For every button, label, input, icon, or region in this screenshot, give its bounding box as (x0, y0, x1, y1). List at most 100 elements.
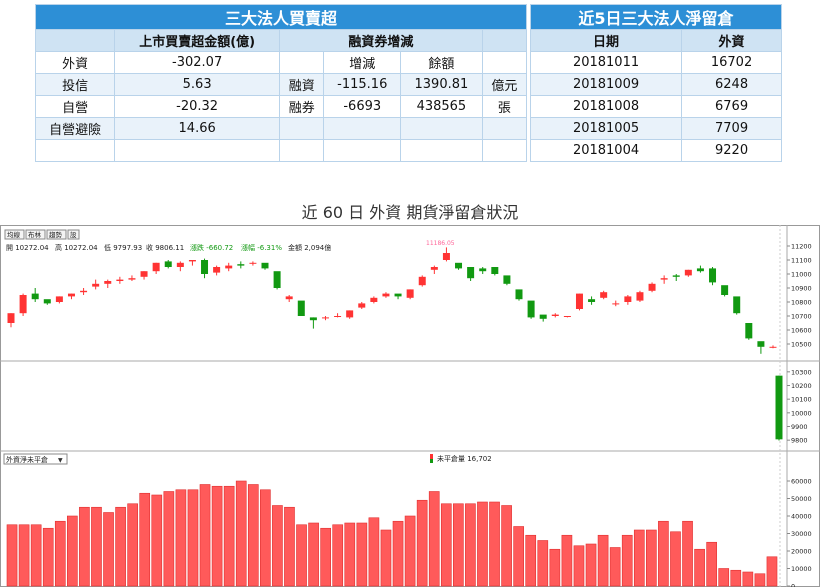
open-interest-bar (513, 526, 524, 587)
open-interest-bar (151, 494, 163, 587)
candle-body (80, 290, 88, 293)
candle-body (624, 296, 632, 302)
info-pct: 漲幅 -6.31% (241, 243, 282, 252)
candle-body (479, 268, 487, 272)
candle-body (418, 276, 426, 286)
open-interest-bar (211, 485, 223, 587)
candle-body (527, 300, 535, 318)
candle-body (733, 296, 741, 314)
open-interest-bar (163, 491, 175, 587)
toolbar-button-label: 均線 (7, 230, 21, 239)
value-cell: 6248 (681, 73, 782, 96)
candle-body (430, 267, 438, 270)
candle-body (67, 293, 75, 297)
y-tick-label: 10500 (791, 341, 812, 349)
table-cell (323, 117, 402, 140)
open-interest-bar (284, 506, 295, 587)
table-cell (481, 117, 528, 140)
open-interest-bar (670, 531, 681, 587)
row-label: 自營避險 (34, 117, 116, 140)
candle-body (775, 375, 783, 440)
open-interest-bar (621, 534, 633, 587)
candle-body (769, 346, 777, 348)
open-interest-bar (260, 489, 271, 587)
candle-body (660, 278, 668, 280)
open-interest-bar (525, 534, 537, 587)
candle-body (600, 292, 608, 298)
open-interest-bar (742, 571, 754, 587)
open-interest-bar (549, 548, 561, 587)
futures-chart: 均線 布林 趨勢設 開 10272.04 高 10272.04 低 9797.93 … (0, 225, 820, 587)
open-interest-bar (453, 503, 464, 587)
open-interest-bar (320, 527, 331, 587)
candle-body (261, 262, 269, 269)
y-tick-label: 10600 (791, 327, 812, 335)
candle-body (515, 289, 523, 300)
peak-label: 11186.05 (426, 240, 455, 247)
open-interest-bar (380, 529, 392, 587)
toolbar-button-label: 布林 (28, 230, 42, 239)
table-cell: 14.66 (114, 117, 281, 140)
open-interest-bar (235, 480, 247, 587)
candle-body (394, 293, 402, 297)
candle-body (467, 267, 475, 279)
candle-body (273, 271, 281, 288)
toolbar-button-label: 趨勢 (49, 230, 63, 239)
info-change: 漲跌 -660.72 (190, 243, 233, 252)
y-tick-label: 11100 (791, 257, 812, 265)
open-interest-bar (42, 527, 54, 587)
y-tick-label: 10000 (791, 409, 812, 417)
open-interest-bar (537, 540, 549, 587)
y-tick-label: 60000 (791, 478, 812, 486)
open-interest-bar (332, 524, 344, 587)
table-cell: 餘額 (400, 51, 483, 74)
candle-body (213, 267, 221, 273)
table-cell: -302.07 (114, 51, 281, 74)
y-tick-label: 10000 (791, 565, 812, 573)
open-interest-bar (404, 515, 416, 587)
row-label: 自營 (34, 95, 116, 118)
candle-body (745, 323, 753, 339)
date-cell: 20181011 (529, 51, 683, 74)
header-cell: 融資券增減 (279, 29, 483, 52)
table-cell (279, 51, 325, 74)
candle-body (672, 275, 680, 277)
y-tick-label: 10700 (791, 313, 812, 321)
open-interest-bar (730, 569, 742, 587)
info-amount: 金額 2,094億 (288, 243, 331, 252)
open-interest-bar (646, 529, 657, 587)
chart-toolbar: 均線 布林 趨勢設 (4, 229, 80, 240)
candle-body (285, 296, 293, 300)
info-high: 高 10272.04 (55, 243, 98, 252)
table-cell: -20.32 (114, 95, 281, 118)
open-interest-bar (308, 522, 319, 587)
header-cell: 上市買賣超金額(億) (114, 29, 281, 52)
table-cell (400, 139, 483, 162)
candle-body (104, 281, 112, 284)
open-interest-bar (223, 485, 235, 587)
open-interest-bar (115, 506, 126, 587)
table-cell (400, 117, 483, 140)
header-cell (481, 29, 528, 52)
row-label: 外資 (34, 51, 116, 74)
open-interest-bar (718, 568, 730, 587)
table-cell (279, 139, 325, 162)
table-cell (323, 139, 402, 162)
candle-body (612, 303, 620, 305)
table-title: 近5日三大法人淨留倉 (530, 4, 782, 30)
table-cell: 增減 (323, 51, 402, 74)
table-cell: 438565 (400, 95, 483, 118)
open-interest-bar (609, 547, 621, 587)
candle-body (55, 296, 63, 302)
row-label (34, 139, 116, 162)
open-interest-bar (103, 512, 114, 587)
info-open: 開 10272.04 (6, 244, 49, 252)
table-cell: 億元 (481, 73, 528, 96)
header-cell: 日期 (529, 29, 683, 52)
series-selector[interactable]: 外資淨未平倉 ▼ (3, 453, 68, 465)
y-tick-label: 10300 (791, 368, 812, 376)
candle-body (588, 299, 596, 302)
open-interest-bar (428, 491, 440, 587)
candle-body (334, 316, 342, 317)
date-cell: 20181008 (529, 95, 683, 118)
